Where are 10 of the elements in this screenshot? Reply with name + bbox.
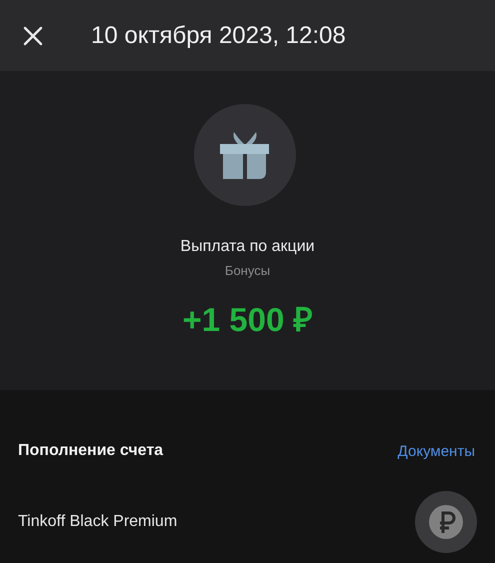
- close-icon[interactable]: [23, 26, 43, 46]
- account-name: Tinkoff Black Premium: [18, 513, 178, 531]
- gift-icon: [194, 104, 296, 206]
- section-heading: Пополнение счета: [18, 442, 164, 460]
- amount-text: +1 500 ₽: [182, 300, 313, 340]
- documents-link[interactable]: Документы: [398, 442, 475, 460]
- operation-category: Бонусы: [224, 263, 270, 278]
- ruble-coin-icon: [415, 491, 477, 553]
- window-title: 10 октября 2023, 12:08: [91, 22, 346, 50]
- operation-title: Выплата по акции: [180, 238, 315, 256]
